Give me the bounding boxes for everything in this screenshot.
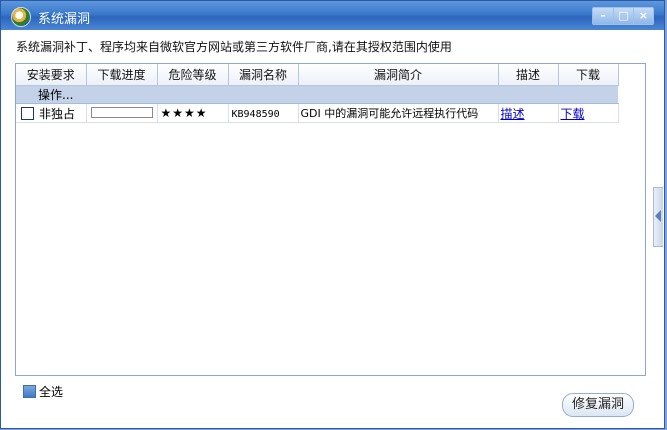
group-label: 操作... — [38, 88, 74, 102]
column-header-progress[interactable]: 下载进度 — [86, 64, 158, 86]
close-icon: × — [638, 9, 649, 22]
chevron-left-icon — [655, 210, 661, 222]
patch-name-cell: KB948590 — [231, 109, 280, 120]
repair-vulnerabilities-button[interactable]: 修复漏洞 — [562, 393, 634, 417]
table-row[interactable]: 非独占 ★★★★ KB948590 GDI 中的漏洞可能允许远程执行代码 描述 … — [16, 103, 619, 123]
download-progress-bar — [90, 107, 153, 118]
describe-link[interactable]: 描述 — [499, 107, 525, 121]
restore-button[interactable]: □ — [613, 8, 633, 24]
title-bar[interactable]: 系统漏洞 – □ × — [1, 1, 664, 30]
usage-notice: 系统漏洞补丁、程序均来自微软官方网站或第三方软件厂商,请在其授权范围内使用 — [16, 40, 452, 54]
column-header-danger[interactable]: 危险等级 — [157, 64, 229, 86]
side-collapse-handle[interactable] — [653, 187, 663, 247]
window-title: 系统漏洞 — [38, 12, 91, 27]
column-header-download[interactable]: 下载 — [558, 64, 619, 86]
app-logo-icon — [11, 7, 31, 27]
restore-icon: □ — [618, 9, 629, 22]
vulnerability-table: 安装要求 下载进度 危险等级 漏洞名称 漏洞简介 描述 下载 操作... 非独占… — [16, 64, 619, 123]
danger-level-stars: ★★★★ — [160, 106, 208, 120]
requirement-cell: 非独占 — [39, 106, 76, 121]
close-button[interactable]: × — [633, 8, 653, 24]
select-all-label: 全选 — [39, 385, 64, 399]
vulnerability-list-panel: 安装要求 下载进度 危险等级 漏洞名称 漏洞简介 描述 下载 操作... 非独占… — [15, 63, 646, 376]
select-all-box[interactable] — [23, 385, 36, 398]
window-controls: – □ × — [592, 7, 654, 25]
column-header-name[interactable]: 漏洞名称 — [228, 64, 299, 86]
row-checkbox[interactable] — [21, 106, 34, 120]
group-row[interactable]: 操作... — [16, 85, 618, 104]
column-header-summary[interactable]: 漏洞简介 — [298, 64, 499, 86]
summary-cell: GDI 中的漏洞可能允许远程执行代码 — [300, 107, 479, 120]
select-all-checkbox[interactable]: 全选 — [23, 383, 63, 400]
column-header-requirement[interactable]: 安装要求 — [16, 64, 87, 86]
minimize-button[interactable]: – — [593, 8, 613, 24]
download-link[interactable]: 下载 — [559, 107, 585, 121]
table-header: 安装要求 下载进度 危险等级 漏洞名称 漏洞简介 描述 下载 — [16, 64, 619, 86]
minimize-icon: – — [600, 9, 606, 22]
column-header-describe[interactable]: 描述 — [498, 64, 559, 86]
main-window: 系统漏洞 – □ × 系统漏洞补丁、程序均来自微软官方网站或第三方软件厂商,请在… — [0, 0, 665, 429]
